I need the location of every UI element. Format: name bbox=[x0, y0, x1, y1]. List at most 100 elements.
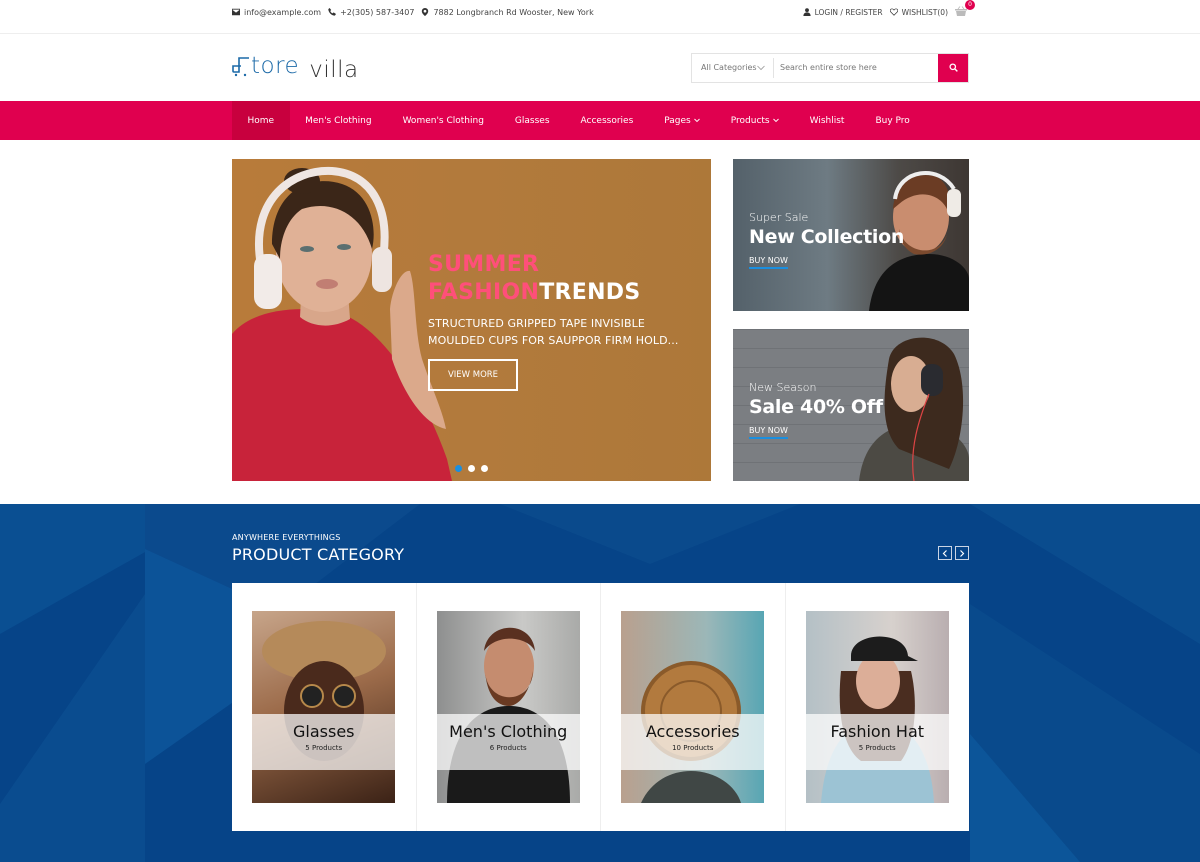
category-card-mens-clothing[interactable]: Men's Clothing 6 Products bbox=[417, 583, 601, 831]
category-count: 5 Products bbox=[305, 744, 343, 752]
phone-info[interactable]: +2(305) 587-3407 bbox=[328, 8, 414, 17]
category-select[interactable]: All Categories bbox=[692, 57, 774, 78]
nav-item-buy-pro[interactable]: Buy Pro bbox=[860, 101, 925, 140]
slide-description: STRUCTURED GRIPPED TAPE INVISIBLE MOULDE… bbox=[428, 317, 679, 347]
product-category-section: ANYWHERE EVERYTHINGS PRODUCT CATEGORY Gl… bbox=[0, 504, 1200, 862]
user-icon bbox=[802, 8, 811, 16]
category-overlay: Men's Clothing 6 Products bbox=[436, 714, 580, 770]
hero-slider[interactable]: SUMMER FASHIONTRENDS STRUCTURED GRIPPED … bbox=[232, 159, 711, 481]
category-name: Fashion Hat bbox=[830, 722, 925, 741]
carousel-arrows bbox=[938, 546, 969, 560]
category-count: 10 Products bbox=[672, 744, 714, 752]
banner-sale-40-off[interactable]: New Season Sale 40% Off BUY NOW bbox=[733, 329, 969, 481]
category-image: Glasses 5 Products bbox=[252, 611, 396, 803]
chevron-right-icon bbox=[960, 549, 965, 557]
email-info[interactable]: info@example.com bbox=[232, 8, 321, 17]
phone-icon bbox=[328, 8, 337, 16]
address-text: 7882 Longbranch Rd Wooster, New York bbox=[433, 7, 594, 17]
wishlist-link[interactable]: WISHLIST(0) bbox=[889, 8, 948, 17]
category-overlay: Glasses 5 Products bbox=[252, 714, 396, 770]
chevron-left-icon bbox=[942, 549, 947, 557]
category-select-value: All Categories bbox=[701, 63, 757, 72]
banner-title: Sale 40% Off bbox=[749, 396, 883, 418]
banner-caption: New Season Sale 40% Off BUY NOW bbox=[749, 381, 883, 439]
nav-label: Glasses bbox=[514, 115, 550, 126]
nav-label: Products bbox=[730, 115, 770, 126]
prev-button[interactable] bbox=[938, 546, 952, 560]
address-info: 7882 Longbranch Rd Wooster, New York bbox=[421, 7, 594, 17]
buy-now-link[interactable]: BUY NOW bbox=[749, 426, 788, 439]
top-bar: info@example.com +2(305) 587-3407 7882 L… bbox=[0, 0, 1200, 34]
buy-now-link[interactable]: BUY NOW bbox=[749, 256, 788, 269]
logo-text-villa: villa bbox=[309, 56, 359, 83]
category-image: Fashion Hat 5 Products bbox=[805, 611, 949, 803]
banner-subtitle: New Season bbox=[749, 381, 817, 394]
man-model-image bbox=[446, 627, 570, 803]
hat-model-image bbox=[820, 636, 934, 803]
category-card-fashion-hat[interactable]: Fashion Hat 5 Products bbox=[786, 583, 970, 831]
category-count: 6 Products bbox=[489, 744, 527, 752]
nav-item-home[interactable]: Home bbox=[232, 101, 290, 140]
phone-text: +2(305) 587-3407 bbox=[340, 7, 415, 17]
slide-title-pink: FASHION bbox=[428, 280, 540, 305]
nav-item-glasses[interactable]: Glasses bbox=[499, 101, 565, 140]
search-bar: All Categories bbox=[691, 52, 969, 83]
login-register-link[interactable]: LOGIN / REGISTER bbox=[802, 7, 883, 17]
nav-label: Women's Clothing bbox=[402, 115, 484, 126]
logo-store: tore bbox=[232, 53, 299, 79]
view-more-button[interactable]: VIEW MORE bbox=[428, 359, 518, 391]
nav-label: Accessories bbox=[580, 115, 634, 126]
slider-dots bbox=[455, 465, 488, 472]
category-card-glasses[interactable]: Glasses 5 Products bbox=[232, 583, 417, 831]
section-subtitle: ANYWHERE EVERYTHINGS bbox=[232, 533, 341, 542]
cart-logo-icon bbox=[232, 56, 249, 76]
slide-title-white: TRENDS bbox=[539, 280, 641, 305]
category-card-accessories[interactable]: Accessories 10 Products bbox=[601, 583, 786, 831]
header: tore villa All Categories bbox=[0, 34, 1200, 101]
nav-item-products[interactable]: Products bbox=[715, 101, 794, 140]
banner-title: New Collection bbox=[749, 226, 905, 248]
category-overlay: Fashion Hat 5 Products bbox=[805, 714, 949, 770]
search-input[interactable] bbox=[774, 53, 938, 82]
logo-text-store: tore bbox=[251, 52, 300, 79]
nav-item-mens-clothing[interactable]: Men's Clothing bbox=[290, 101, 387, 140]
nav-label: Men's Clothing bbox=[305, 115, 372, 126]
cart-count-badge: 0 bbox=[965, 0, 975, 10]
map-marker-icon bbox=[422, 8, 429, 16]
search-button[interactable] bbox=[938, 53, 968, 82]
search-icon bbox=[948, 63, 958, 72]
banner-subtitle: Super Sale bbox=[749, 211, 809, 224]
cart-button[interactable]: 0 bbox=[955, 0, 975, 18]
nav-label: Buy Pro bbox=[875, 115, 910, 126]
chevron-down-icon bbox=[772, 118, 779, 123]
slide-caption: SUMMER FASHIONTRENDS STRUCTURED GRIPPED … bbox=[428, 251, 698, 391]
login-register-label: LOGIN / REGISTER bbox=[814, 7, 883, 17]
nav-item-pages[interactable]: Pages bbox=[649, 101, 715, 140]
section-title: PRODUCT CATEGORY bbox=[232, 545, 405, 564]
slider-dot-3[interactable] bbox=[481, 465, 488, 472]
bag-model-image bbox=[641, 661, 742, 803]
main-nav: Home Men's Clothing Women's Clothing Gla… bbox=[0, 101, 1200, 140]
slider-dot-2[interactable] bbox=[468, 465, 475, 472]
banner-caption: Super Sale New Collection BUY NOW bbox=[749, 211, 904, 269]
category-name: Men's Clothing bbox=[449, 722, 568, 741]
chevron-down-icon bbox=[757, 65, 765, 70]
envelope-icon bbox=[232, 8, 240, 16]
slider-dot-1[interactable] bbox=[455, 465, 462, 472]
category-image: Men's Clothing 6 Products bbox=[436, 611, 580, 803]
nav-item-accessories[interactable]: Accessories bbox=[565, 101, 649, 140]
next-button[interactable] bbox=[955, 546, 969, 560]
nav-label: Home bbox=[247, 115, 275, 126]
category-overlay: Accessories 10 Products bbox=[621, 714, 765, 770]
nav-label: Wishlist bbox=[809, 115, 845, 126]
category-count: 5 Products bbox=[858, 744, 896, 752]
nav-item-womens-clothing[interactable]: Women's Clothing bbox=[387, 101, 499, 140]
slide-title: SUMMER FASHIONTRENDS bbox=[428, 251, 698, 307]
category-image: Accessories 10 Products bbox=[621, 611, 765, 803]
nav-item-wishlist[interactable]: Wishlist bbox=[794, 101, 860, 140]
banner-new-collection[interactable]: Super Sale New Collection BUY NOW bbox=[733, 159, 969, 311]
chevron-down-icon bbox=[693, 118, 700, 123]
nav-label: Pages bbox=[664, 115, 691, 126]
email-text: info@example.com bbox=[244, 7, 322, 17]
logo[interactable]: tore villa bbox=[232, 53, 359, 83]
